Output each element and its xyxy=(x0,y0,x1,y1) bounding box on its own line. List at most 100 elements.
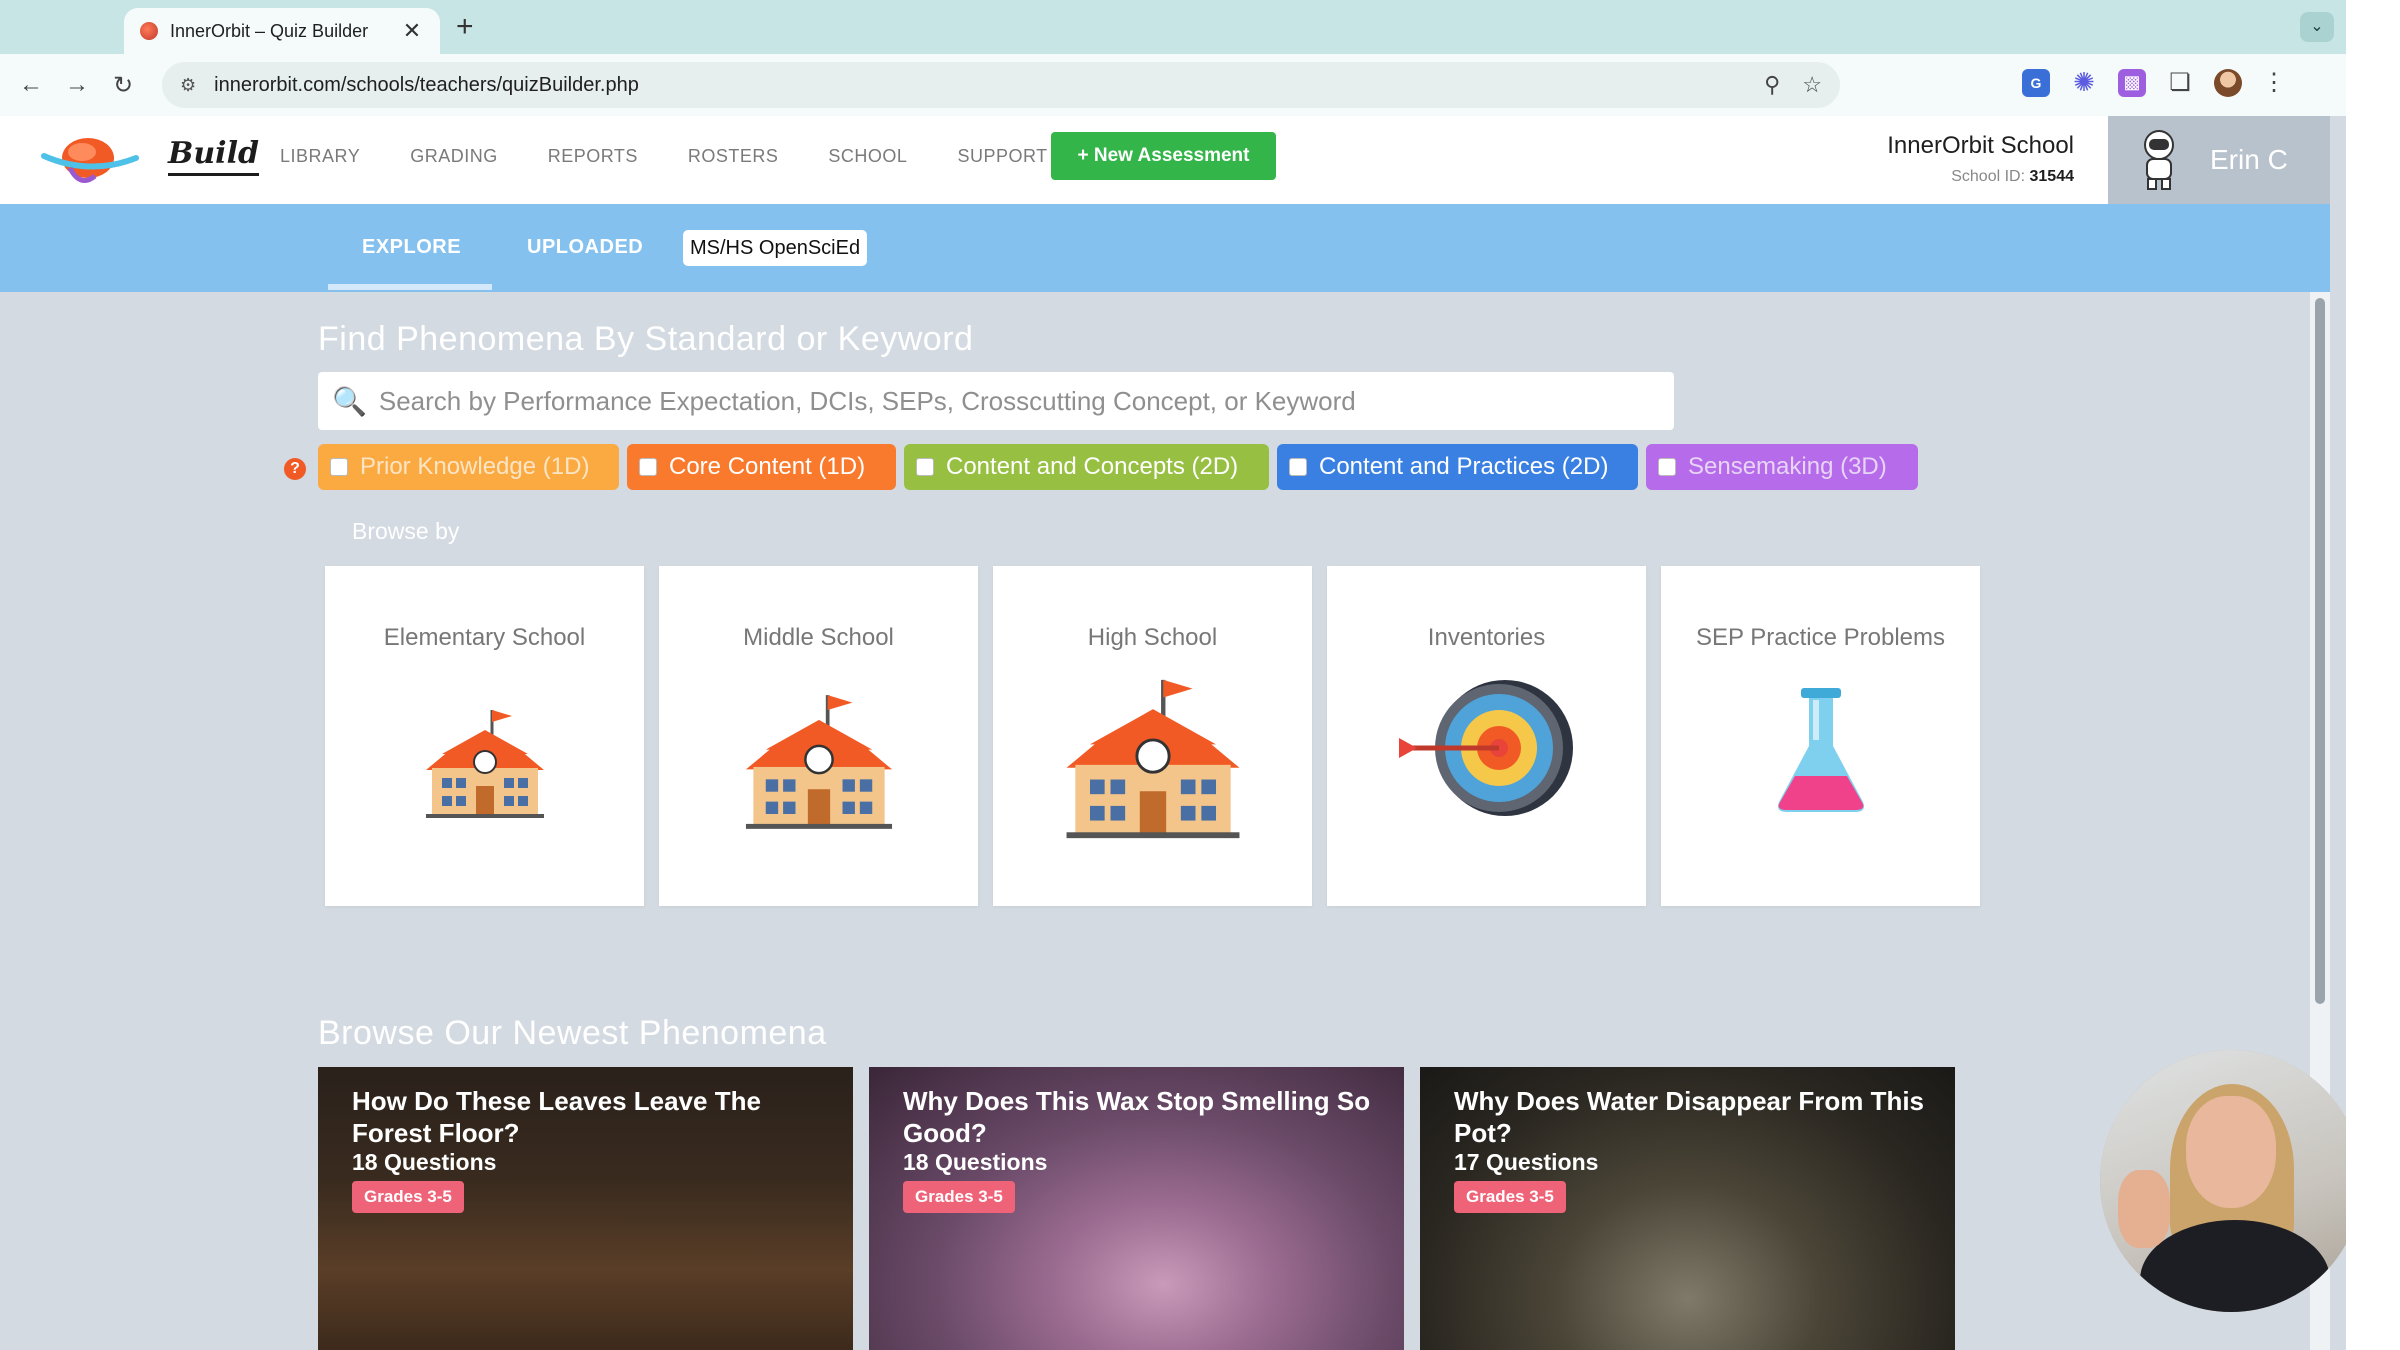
card-title: Elementary School xyxy=(383,624,586,651)
forward-icon[interactable]: → xyxy=(54,71,100,99)
active-tab-indicator xyxy=(328,284,492,290)
school-building-icon xyxy=(1066,679,1239,839)
checkbox[interactable] xyxy=(639,458,657,476)
grade-badge: Grades 3-5 xyxy=(903,1181,1015,1213)
presenter-face xyxy=(2186,1096,2276,1208)
nav-support[interactable]: SUPPORT xyxy=(957,146,1047,167)
webcam-overlay xyxy=(2100,1050,2346,1312)
zoom-icon[interactable]: ⚲ xyxy=(1764,72,1780,98)
checkbox[interactable] xyxy=(330,458,348,476)
tab-openscied[interactable]: MS/HS OpenSciEd xyxy=(683,230,868,266)
screen-edge xyxy=(2346,0,2400,1350)
app-header: Build LIBRARY GRADING REPORTS ROSTERS SC… xyxy=(0,116,2330,204)
checkbox[interactable] xyxy=(1658,458,1676,476)
grade-badge: Grades 3-5 xyxy=(352,1181,464,1213)
card-title: High School xyxy=(1087,624,1218,651)
card-high-school[interactable]: High School xyxy=(993,566,1312,906)
user-name: Erin C xyxy=(2210,144,2288,175)
depth-filters: Prior Knowledge (1D) Core Content (1D) C… xyxy=(318,444,1926,490)
checkbox[interactable] xyxy=(1289,458,1307,476)
scrollbar-thumb[interactable] xyxy=(2315,298,2325,1004)
url-text[interactable]: innerorbit.com/schools/teachers/quizBuil… xyxy=(214,74,1742,97)
reload-icon[interactable]: ↻ xyxy=(100,71,146,100)
phenomenon-title: Why Does This Wax Stop Smelling So Good? xyxy=(903,1086,1371,1148)
browse-by-label: Browse by xyxy=(352,518,460,544)
site-info-icon[interactable]: ⚙ xyxy=(180,75,196,96)
innerorbit-logo[interactable] xyxy=(40,128,140,192)
tab-search-button[interactable]: ⌄ xyxy=(2300,12,2334,42)
help-icon[interactable]: ? xyxy=(284,458,306,480)
phenomenon-card[interactable]: Why Does Water Disappear From This Pot? … xyxy=(1420,1067,1955,1350)
question-count: 18 Questions xyxy=(903,1149,1048,1175)
gear-extension-icon[interactable]: ✺ xyxy=(2070,67,2098,97)
browser-window: InnerOrbit – Quiz Builder ✕ + ⌄ ← → ↻ ⚙ … xyxy=(0,0,2346,1350)
card-elementary-school[interactable]: Elementary School xyxy=(325,566,644,906)
grade-badge: Grades 3-5 xyxy=(1454,1181,1566,1213)
phenomenon-card[interactable]: Why Does This Wax Stop Smelling So Good?… xyxy=(869,1067,1404,1350)
profile-avatar[interactable] xyxy=(2214,68,2242,97)
browser-menu-icon[interactable]: ⋮ xyxy=(2262,68,2286,97)
checkbox[interactable] xyxy=(916,458,934,476)
card-middle-school[interactable]: Middle School xyxy=(659,566,978,906)
school-building-icon xyxy=(745,695,892,829)
brand-build[interactable]: Build xyxy=(168,136,259,176)
browse-cards: Elementary School Middle School High Sch… xyxy=(325,566,1995,906)
main-content: Find Phenomena By Standard or Keyword 🔍 … xyxy=(0,292,2310,1350)
extensions-puzzle-icon[interactable]: ❏ xyxy=(2166,69,2194,97)
browser-tab[interactable]: InnerOrbit – Quiz Builder ✕ xyxy=(124,8,440,54)
purple-extension-icon[interactable]: ▩ xyxy=(2118,68,2146,97)
tab-title: InnerOrbit – Quiz Builder xyxy=(170,20,369,41)
search-box[interactable]: 🔍 xyxy=(318,372,1674,430)
nav-library[interactable]: LIBRARY xyxy=(280,146,360,167)
bookmark-star-icon[interactable]: ☆ xyxy=(1802,72,1822,98)
school-id: School ID: 31544 xyxy=(1951,168,2074,186)
phenomenon-title: Why Does Water Disappear From This Pot? xyxy=(1454,1086,1925,1148)
tab-explore[interactable]: EXPLORE xyxy=(362,236,461,259)
card-title: Inventories xyxy=(1427,624,1546,651)
filter-label: Content and Practices (2D) xyxy=(1319,453,1609,480)
back-icon[interactable]: ← xyxy=(8,71,54,99)
search-section-title: Find Phenomena By Standard or Keyword xyxy=(318,320,974,358)
nav-school[interactable]: SCHOOL xyxy=(828,146,907,167)
filter-label: Prior Knowledge (1D) xyxy=(360,453,590,480)
filter-label: Core Content (1D) xyxy=(669,453,866,480)
card-title: SEP Practice Problems xyxy=(1696,624,1945,651)
user-menu[interactable]: Erin C xyxy=(2108,116,2330,204)
flask-icon xyxy=(1777,688,1864,812)
school-id-label: School ID: xyxy=(1951,168,2026,185)
search-input[interactable] xyxy=(378,385,1674,417)
target-icon xyxy=(1398,680,1573,816)
phenomenon-card[interactable]: How Do These Leaves Leave The Forest Flo… xyxy=(318,1067,853,1350)
nav-grading[interactable]: GRADING xyxy=(410,146,498,167)
newest-section-title: Browse Our Newest Phenomena xyxy=(318,1014,827,1052)
card-sep-practice-problems[interactable]: SEP Practice Problems xyxy=(1661,566,1980,906)
filter-prior-knowledge[interactable]: Prior Knowledge (1D) xyxy=(318,444,619,490)
question-count: 18 Questions xyxy=(352,1149,497,1175)
filter-content-concepts[interactable]: Content and Concepts (2D) xyxy=(904,444,1269,490)
card-title: Middle School xyxy=(743,624,894,651)
explore-tabs: EXPLORE UPLOADED MS/HS OpenSciEd xyxy=(0,204,2330,292)
favicon-icon xyxy=(140,22,158,40)
astronaut-avatar-icon xyxy=(2144,130,2174,190)
tab-uploaded[interactable]: UPLOADED xyxy=(527,236,643,259)
nav-reports[interactable]: REPORTS xyxy=(548,146,638,167)
translate-extension-icon[interactable]: G xyxy=(2022,68,2050,97)
address-bar[interactable]: ⚙ innerorbit.com/schools/teachers/quizBu… xyxy=(162,62,1840,108)
tab-strip: InnerOrbit – Quiz Builder ✕ + ⌄ xyxy=(0,0,2346,54)
nav-rosters[interactable]: ROSTERS xyxy=(688,146,779,167)
school-name: InnerOrbit School xyxy=(1887,132,2074,159)
extension-tray: G ✺ ▩ ❏ ⋮ xyxy=(2022,67,2286,97)
close-tab-icon[interactable]: ✕ xyxy=(400,18,424,44)
question-count: 17 Questions xyxy=(1454,1149,1599,1175)
card-inventories[interactable]: Inventories xyxy=(1327,566,1646,906)
new-tab-button[interactable]: + xyxy=(456,12,474,42)
filter-sensemaking[interactable]: Sensemaking (3D) xyxy=(1646,444,1918,490)
presenter-hand xyxy=(2118,1170,2170,1248)
school-id-value: 31544 xyxy=(2029,168,2075,185)
filter-content-practices[interactable]: Content and Practices (2D) xyxy=(1277,444,1638,490)
phenomenon-title: How Do These Leaves Leave The Forest Flo… xyxy=(352,1086,761,1148)
filter-core-content[interactable]: Core Content (1D) xyxy=(627,444,896,490)
new-assessment-button[interactable]: + New Assessment xyxy=(1051,132,1276,180)
filter-label: Content and Concepts (2D) xyxy=(946,453,1239,480)
filter-label: Sensemaking (3D) xyxy=(1688,453,1887,480)
